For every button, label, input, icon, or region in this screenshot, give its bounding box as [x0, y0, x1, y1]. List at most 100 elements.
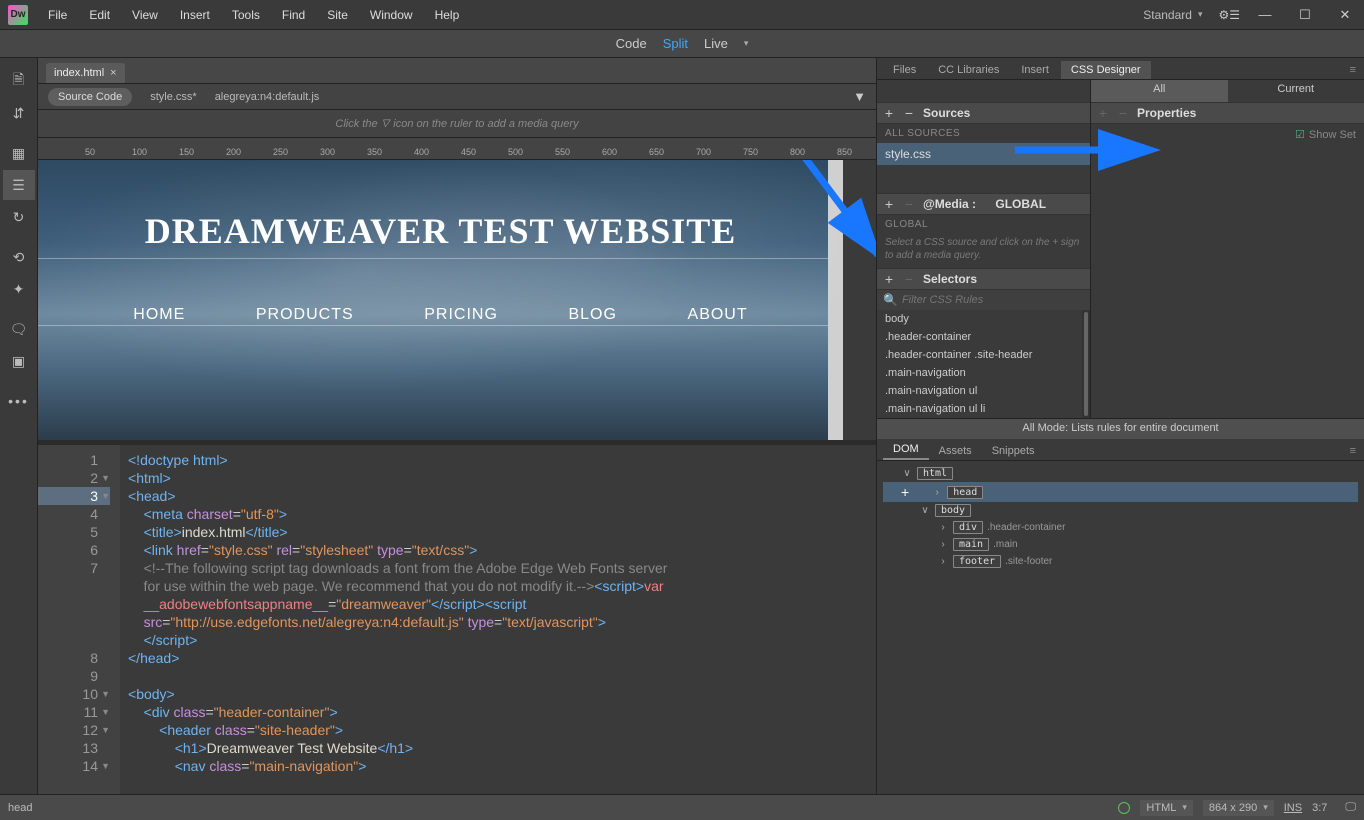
- remove-selector-button[interactable]: −: [903, 271, 915, 287]
- menu-find[interactable]: Find: [272, 4, 315, 26]
- source-item-stylecss[interactable]: style.css: [877, 143, 1090, 165]
- selector-item[interactable]: .main-navigation ul: [877, 382, 1090, 400]
- tab-files[interactable]: Files: [883, 61, 926, 79]
- related-file[interactable]: alegreya:n4:default.js: [215, 91, 320, 103]
- selector-filter-input[interactable]: [902, 294, 1084, 306]
- sync-settings-icon[interactable]: ⚙☰: [1218, 8, 1240, 22]
- mode-current[interactable]: Current: [1228, 80, 1364, 102]
- live-preview-pane[interactable]: DREAMWEAVER TEST WEBSITE HOME PRODUCTS PRI…: [38, 160, 876, 440]
- nav-link[interactable]: HOME: [133, 306, 185, 324]
- source-code-pill[interactable]: Source Code: [48, 88, 132, 106]
- add-selector-button[interactable]: +: [883, 271, 895, 287]
- tab-snippets[interactable]: Snippets: [982, 442, 1045, 460]
- breadcrumb[interactable]: head: [8, 802, 32, 814]
- more-tools-icon[interactable]: •••: [3, 386, 35, 416]
- view-live[interactable]: Live: [704, 36, 728, 51]
- menu-file[interactable]: File: [38, 4, 77, 26]
- remove-media-button[interactable]: −: [903, 196, 915, 212]
- panel-menu-icon[interactable]: ≡: [1342, 442, 1364, 460]
- selector-item[interactable]: .main-navigation ul li: [877, 400, 1090, 418]
- code-content[interactable]: <!doctype html><html><head> <meta charse…: [120, 445, 876, 794]
- format-icon[interactable]: ✦: [3, 274, 35, 304]
- nav-link[interactable]: PRICING: [424, 306, 498, 324]
- show-set-label: Show Set: [1309, 129, 1356, 141]
- scrollbar[interactable]: [828, 160, 843, 440]
- selector-item[interactable]: .main-navigation: [877, 364, 1090, 382]
- tab-cc-libraries[interactable]: CC Libraries: [928, 61, 1009, 79]
- remove-source-button[interactable]: −: [903, 105, 915, 121]
- panel-menu-icon[interactable]: ≡: [1342, 61, 1364, 79]
- code-editor[interactable]: 12▼3▼4567 8910▼11▼12▼1314▼ <!doctype htm…: [38, 445, 876, 794]
- preview-heading: DREAMWEAVER TEST WEBSITE: [38, 210, 843, 252]
- chevron-icon[interactable]: ›: [937, 522, 949, 533]
- selector-item[interactable]: .header-container: [877, 328, 1090, 346]
- workspace-switcher[interactable]: Standard ▾: [1137, 6, 1208, 24]
- filter-icon[interactable]: ▼: [853, 89, 866, 104]
- preview-icon[interactable]: 🖵: [1345, 801, 1356, 814]
- chevron-icon[interactable]: ∨: [919, 505, 931, 516]
- file-tab-index[interactable]: index.html ×: [46, 63, 125, 83]
- nav-link[interactable]: ABOUT: [688, 306, 748, 324]
- remove-property-button[interactable]: −: [1117, 105, 1129, 121]
- tab-insert[interactable]: Insert: [1011, 61, 1059, 79]
- inspect-icon[interactable]: ☰: [3, 170, 35, 200]
- dom-node[interactable]: +›head: [883, 482, 1358, 502]
- dom-node[interactable]: ∨html: [883, 465, 1358, 482]
- view-code[interactable]: Code: [616, 36, 647, 51]
- git-icon[interactable]: ⇵: [3, 98, 35, 128]
- tab-css-designer[interactable]: CSS Designer: [1061, 61, 1151, 79]
- dom-tag: main: [953, 538, 989, 551]
- show-set-checkbox[interactable]: ☑: [1295, 128, 1305, 141]
- document-area: index.html × Source Code style.css* aleg…: [38, 58, 876, 794]
- dom-node[interactable]: ›div .header-container: [883, 519, 1358, 536]
- all-mode-status: All Mode: Lists rules for entire documen…: [877, 419, 1364, 439]
- sync-ok-icon[interactable]: [1118, 802, 1130, 814]
- chevron-icon[interactable]: ›: [931, 487, 943, 498]
- nav-link[interactable]: BLOG: [568, 306, 616, 324]
- collapse-icon[interactable]: ⟲: [3, 242, 35, 272]
- menu-help[interactable]: Help: [425, 4, 470, 26]
- related-file[interactable]: style.css*: [150, 91, 196, 103]
- menu-insert[interactable]: Insert: [170, 4, 220, 26]
- menu-site[interactable]: Site: [317, 4, 358, 26]
- dom-node[interactable]: ›footer .site-footer: [883, 553, 1358, 570]
- media-query-hint: Click the ▽ icon on the ruler to add a m…: [38, 110, 876, 138]
- add-media-button[interactable]: +: [883, 196, 895, 212]
- close-icon[interactable]: ×: [110, 67, 116, 79]
- comment-icon[interactable]: 🗨: [3, 314, 35, 344]
- mode-all[interactable]: All: [1091, 80, 1228, 102]
- menu-window[interactable]: Window: [360, 4, 423, 26]
- dom-node[interactable]: ›main .main: [883, 536, 1358, 553]
- selector-item[interactable]: body: [877, 310, 1090, 328]
- minimize-button[interactable]: —: [1250, 7, 1280, 22]
- insert-mode[interactable]: INS: [1284, 802, 1302, 814]
- chevron-down-icon[interactable]: ▾: [744, 38, 749, 49]
- file-management-icon[interactable]: 🗎: [3, 66, 35, 96]
- ruler[interactable]: 5010015020025030035040045050055060065070…: [38, 138, 876, 160]
- add-source-button[interactable]: +: [883, 105, 895, 121]
- wrap-icon[interactable]: ▣: [3, 346, 35, 376]
- view-split[interactable]: Split: [663, 36, 688, 51]
- menu-view[interactable]: View: [122, 4, 168, 26]
- menu-tools[interactable]: Tools: [222, 4, 270, 26]
- dom-node[interactable]: ∨body: [883, 502, 1358, 519]
- refresh-icon[interactable]: ↻: [3, 202, 35, 232]
- chevron-icon[interactable]: ›: [937, 556, 949, 567]
- search-icon: 🔍: [883, 293, 898, 307]
- tab-dom[interactable]: DOM: [883, 440, 929, 460]
- nav-link[interactable]: PRODUCTS: [256, 306, 354, 324]
- viewport-size[interactable]: 864 x 290▾: [1203, 800, 1274, 816]
- maximize-button[interactable]: ☐: [1290, 7, 1320, 23]
- menu-edit[interactable]: Edit: [79, 4, 120, 26]
- scrollbar[interactable]: [1082, 310, 1090, 418]
- language-mode[interactable]: HTML▾: [1140, 800, 1192, 816]
- tab-assets[interactable]: Assets: [929, 442, 982, 460]
- selectors-header: + − Selectors: [877, 268, 1090, 290]
- add-property-button[interactable]: +: [1097, 105, 1109, 121]
- selector-item[interactable]: .header-container .site-header: [877, 346, 1090, 364]
- close-button[interactable]: ✕: [1330, 7, 1360, 23]
- add-node-button[interactable]: +: [901, 484, 909, 500]
- chevron-icon[interactable]: ›: [937, 539, 949, 550]
- chevron-icon[interactable]: ∨: [901, 468, 913, 479]
- live-options-icon[interactable]: ▦: [3, 138, 35, 168]
